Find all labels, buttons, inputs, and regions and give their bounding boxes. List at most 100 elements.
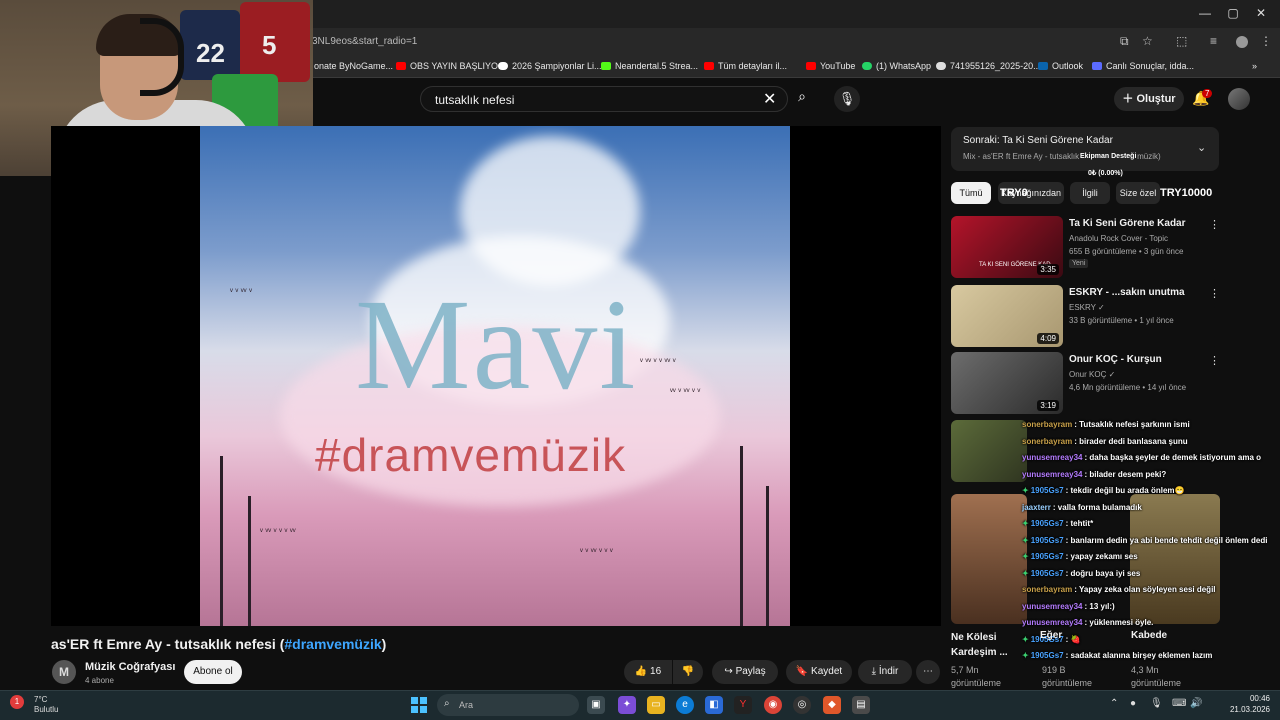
tray-mic-icon[interactable]: 🎙	[1150, 698, 1163, 709]
chevron-down-icon[interactable]: ⌄	[1197, 141, 1206, 154]
chat-username[interactable]: yunusemreay34	[1022, 602, 1082, 611]
tray-app-icon[interactable]: ●	[1130, 698, 1136, 709]
mackolik-icon	[1092, 62, 1102, 70]
recommendation-title[interactable]: Onur KOÇ - Kurşun	[1069, 354, 1162, 365]
browser-menu-icon[interactable]: ⋮	[1260, 34, 1272, 48]
account-avatar[interactable]	[1228, 88, 1250, 110]
recommendation-channel[interactable]: ESKRY ✓	[1069, 303, 1105, 312]
chat-username[interactable]: sonerbayram	[1022, 437, 1072, 446]
search-input[interactable]: tutsaklık nefesi	[435, 93, 514, 107]
recommendation-item[interactable]: 4:09 ESKRY - ...sakın unutma ESKRY ✓ 33 …	[951, 285, 1220, 349]
clear-search-icon[interactable]: ✕	[763, 89, 776, 109]
up-next-panel[interactable]: Sonraki: Ta Ki Seni Görene Kadar Mix - a…	[951, 127, 1219, 171]
chip-all[interactable]: Tümü	[951, 182, 991, 204]
short-card-title[interactable]: Eğer	[1040, 630, 1062, 641]
app-icon[interactable]: ◆	[823, 696, 841, 714]
bookmarks-overflow-icon[interactable]: »	[1252, 61, 1257, 71]
bookmark-star-icon[interactable]: ☆	[1142, 34, 1153, 48]
network-icon[interactable]: ⌨	[1172, 698, 1186, 709]
recommendation-title[interactable]: Ta Ki Seni Görene Kadar	[1069, 218, 1186, 229]
chat-username[interactable]: sonerbayram	[1022, 420, 1072, 429]
store-icon[interactable]: ◧	[705, 696, 723, 714]
more-options-icon[interactable]: ⋮	[1209, 218, 1220, 231]
video-thumbnail[interactable]	[951, 494, 1027, 624]
chat-username[interactable]: 1905Gs7	[1031, 486, 1064, 495]
youtube-icon	[806, 62, 816, 70]
chat-text: : doğru baya iyi ses	[1065, 568, 1141, 578]
dislike-button[interactable]: 👎	[673, 660, 703, 684]
extensions-icon[interactable]: ⬚	[1176, 34, 1187, 48]
bookmark-item[interactable]: Canlı Sonuçlar, idda...	[1092, 61, 1194, 71]
chat-username[interactable]: 1905Gs7	[1031, 569, 1064, 578]
recommendation-item[interactable]: TA KI SENI GÖRENE KAD 3:35 Ta Ki Seni Gö…	[951, 216, 1220, 280]
windows-start-icon[interactable]	[411, 697, 427, 713]
maximize-icon[interactable]: ▢	[1218, 6, 1248, 20]
chat-username[interactable]: 1905Gs7	[1031, 519, 1064, 528]
video-thumbnail[interactable]: TA KI SENI GÖRENE KAD 3:35	[951, 216, 1063, 278]
recommendation-channel[interactable]: Anadolu Rock Cover - Topic	[1069, 234, 1168, 243]
chat-username[interactable]: sonerbayram	[1022, 585, 1072, 594]
bookmark-item[interactable]: OBS YAYIN BAŞLIYO...	[396, 61, 506, 71]
save-button[interactable]: 🔖 Kaydet	[786, 660, 852, 684]
subscribe-button[interactable]: Abone ol	[184, 660, 242, 684]
yandex-icon[interactable]: Y	[734, 696, 752, 714]
channel-name[interactable]: Müzik Coğrafyası	[85, 661, 175, 673]
create-button[interactable]: ＋ Oluştur	[1114, 87, 1184, 111]
app-icon[interactable]: ▤	[852, 696, 870, 714]
chat-text: : bilader desem peki?	[1084, 469, 1167, 479]
bookmark-item[interactable]: Tüm detayları il...	[704, 61, 787, 71]
video-overlay-hashtag: #dramvemüzik	[315, 429, 627, 481]
bookmark-item[interactable]: Neandertal.5 Strea...	[601, 61, 698, 71]
like-button[interactable]: 👍 16	[624, 660, 672, 684]
weather-widget[interactable]: 7°C Bulutlu	[34, 695, 58, 715]
bookmark-item[interactable]: onate ByNoGame...	[314, 61, 393, 71]
file-explorer-icon[interactable]: ▭	[647, 696, 665, 714]
channel-avatar[interactable]: M	[52, 660, 76, 684]
install-app-icon[interactable]: ⧉	[1120, 34, 1129, 49]
chat-username[interactable]: 1905Gs7	[1031, 552, 1064, 561]
chat-username[interactable]: jaaxterr	[1022, 503, 1051, 512]
bookmark-item[interactable]: YouTube	[806, 61, 855, 71]
search-box[interactable]: tutsaklık nefesi ✕	[420, 86, 788, 112]
more-actions-button[interactable]: ⋯	[916, 660, 940, 684]
more-options-icon[interactable]: ⋮	[1209, 354, 1220, 367]
bookmark-item[interactable]: 741955126_2025-20...	[936, 61, 1041, 71]
tray-chevron-icon[interactable]: ⌃	[1110, 698, 1118, 709]
minimize-icon[interactable]: —	[1190, 6, 1220, 20]
short-card-title[interactable]: Ne Kölesi Kardeşim ...	[951, 630, 1021, 660]
chat-username[interactable]: 1905Gs7	[1031, 536, 1064, 545]
taskbar-search[interactable]: ⌕ Ara	[437, 694, 579, 716]
url-text[interactable]: 3NL9eos&start_radio=1	[312, 36, 417, 47]
volume-icon[interactable]: 🔊	[1190, 698, 1202, 709]
chip-for-you[interactable]: Size özel	[1116, 182, 1160, 204]
chip-related[interactable]: İlgili	[1070, 182, 1110, 204]
search-icon[interactable]: ⌕	[790, 88, 814, 110]
chat-username[interactable]: yunusemreay34	[1022, 618, 1082, 627]
short-card-title[interactable]: Kabede	[1131, 630, 1167, 641]
close-window-icon[interactable]: ✕	[1246, 6, 1276, 20]
download-button[interactable]: ⤓ İndir	[858, 660, 912, 684]
video-thumbnail[interactable]: 4:09	[951, 285, 1063, 347]
share-button[interactable]: ↪ Paylaş	[712, 660, 778, 684]
task-view-icon[interactable]: ▣	[587, 696, 605, 714]
bookmark-item[interactable]: 2026 Şampiyonlar Li...	[498, 61, 602, 71]
video-thumbnail[interactable]	[951, 420, 1027, 482]
bookmark-item[interactable]: Outlook	[1038, 61, 1083, 71]
bookmark-item[interactable]: (1) WhatsApp	[862, 61, 931, 71]
microphone-icon[interactable]: 🎙	[834, 86, 860, 112]
copilot-icon[interactable]: ✦	[618, 696, 636, 714]
hashtag-link[interactable]: #dramvemüzik	[284, 636, 381, 652]
taskbar-clock[interactable]: 00:46 21.03.2026	[1220, 693, 1270, 715]
chat-message: ✦ 1905Gs7: tehtit*	[1022, 519, 1093, 528]
edge-icon[interactable]: e	[676, 696, 694, 714]
reading-list-icon[interactable]: ≡	[1210, 34, 1217, 48]
chat-username[interactable]: yunusemreay34	[1022, 470, 1082, 479]
recommendation-title[interactable]: ESKRY - ...sakın unutma	[1069, 287, 1185, 298]
profile-icon[interactable]	[1236, 36, 1248, 48]
chat-username[interactable]: yunusemreay34	[1022, 453, 1082, 462]
chrome-icon[interactable]: ◉	[764, 696, 782, 714]
recommendation-channel[interactable]: Onur KOÇ ✓	[1069, 370, 1115, 379]
chat-username[interactable]: 1905Gs7	[1031, 651, 1064, 660]
more-options-icon[interactable]: ⋮	[1209, 287, 1220, 300]
obs-icon[interactable]: ◎	[793, 696, 811, 714]
